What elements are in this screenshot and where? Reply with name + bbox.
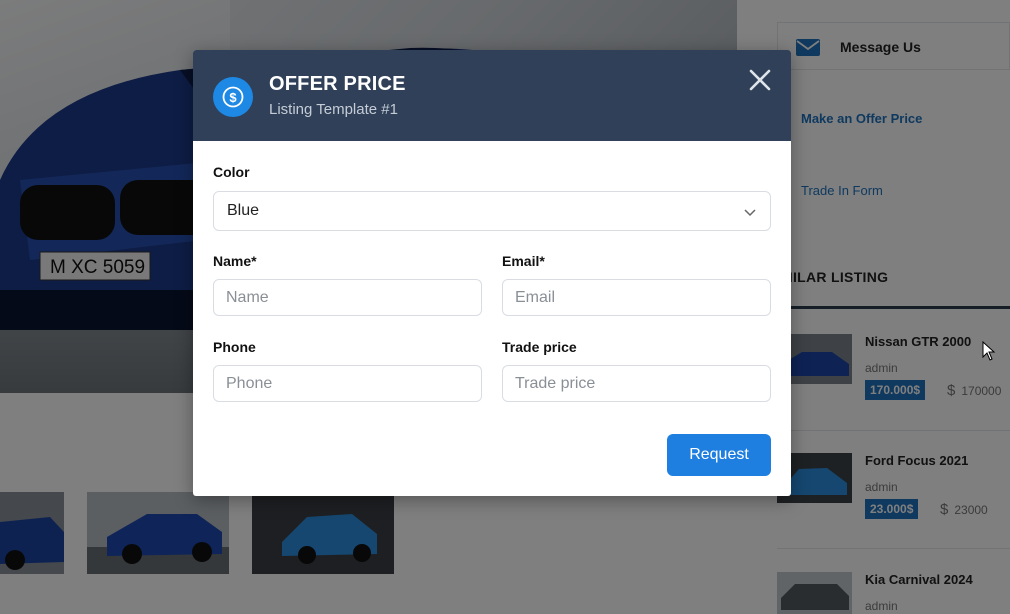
request-button[interactable]: Request [667, 434, 771, 476]
svg-text:$: $ [229, 90, 237, 105]
modal-subtitle: Listing Template #1 [269, 101, 398, 118]
modal-header: $ OFFER PRICE Listing Template #1 [193, 50, 791, 141]
color-label: Color [213, 164, 250, 180]
mouse-cursor-icon [982, 341, 996, 361]
chevron-down-icon [744, 209, 756, 217]
offer-price-modal: $ OFFER PRICE Listing Template #1 Color … [193, 50, 791, 496]
close-icon[interactable] [746, 66, 774, 94]
trade-price-input[interactable] [502, 365, 771, 402]
phone-label: Phone [213, 339, 256, 355]
modal-title: OFFER PRICE [269, 73, 406, 95]
email-label: Email* [502, 253, 545, 269]
color-select-value: Blue [227, 202, 260, 219]
trade-price-label: Trade price [502, 339, 577, 355]
color-select[interactable]: Blue [213, 191, 771, 231]
name-input[interactable] [213, 279, 482, 316]
phone-input[interactable] [213, 365, 482, 402]
email-input[interactable] [502, 279, 771, 316]
name-label: Name* [213, 253, 257, 269]
dollar-coin-icon: $ [213, 77, 253, 117]
